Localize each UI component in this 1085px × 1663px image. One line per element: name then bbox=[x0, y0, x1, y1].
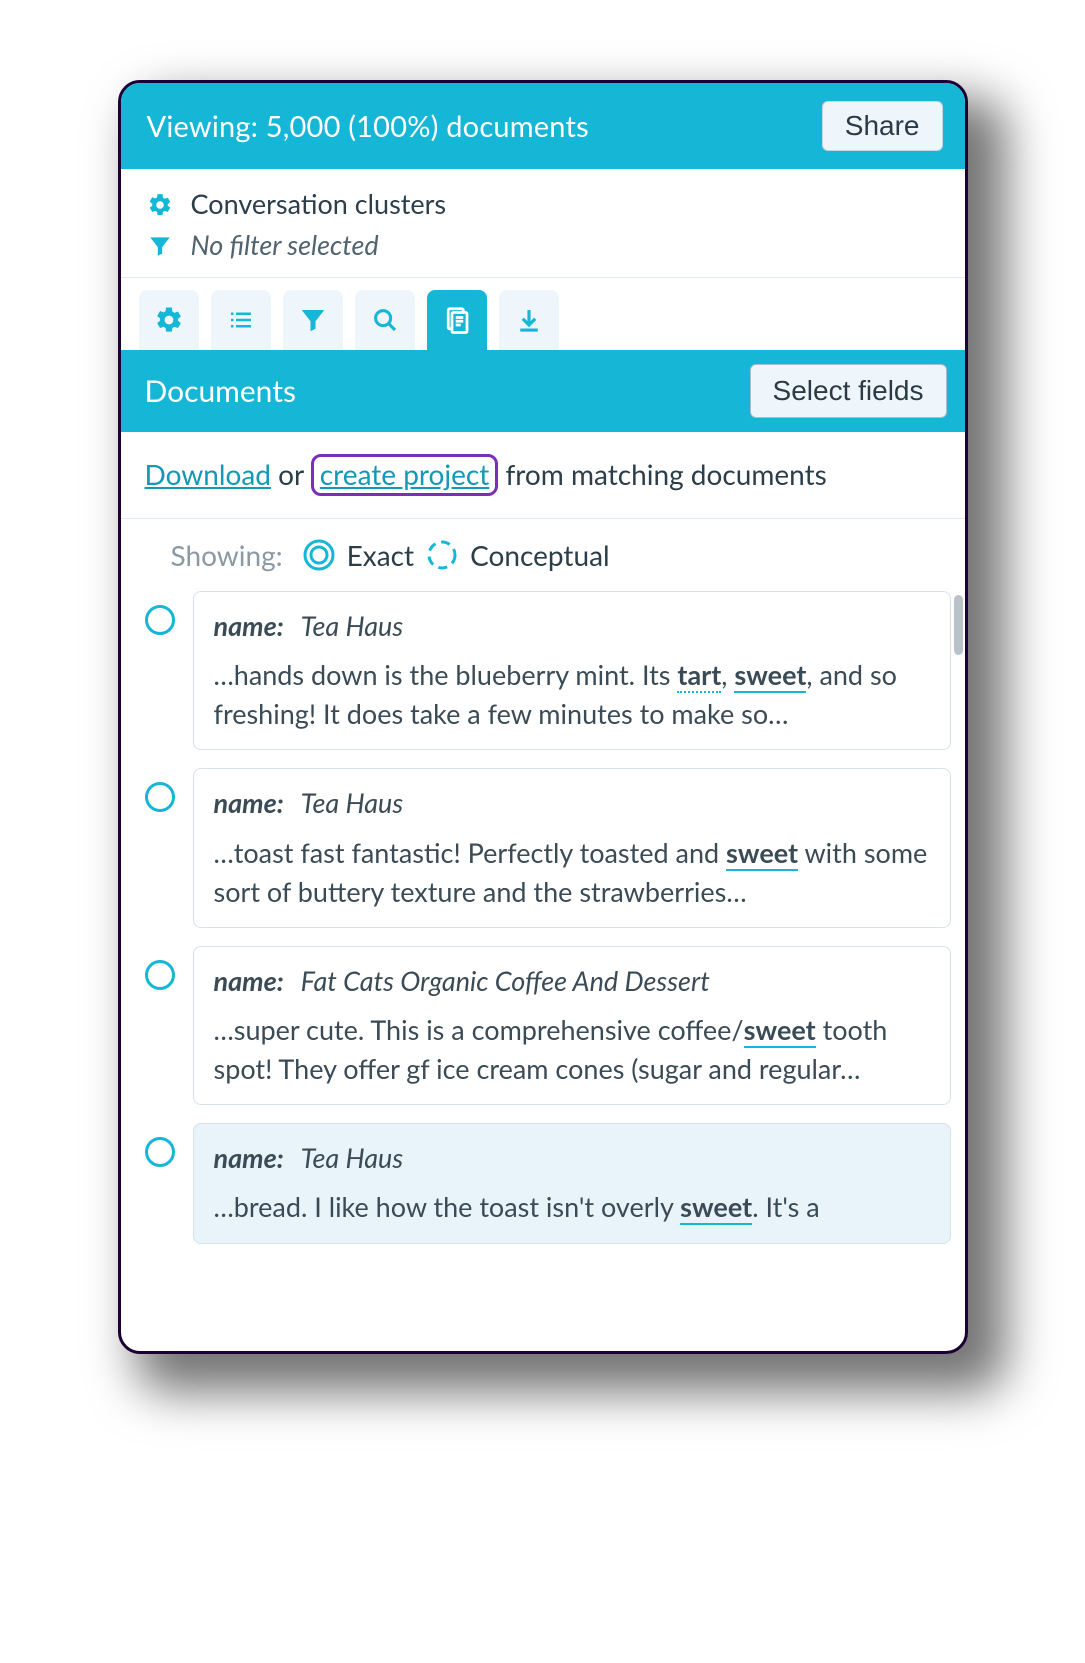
no-filter-label: No filter selected bbox=[191, 228, 379, 261]
toolbar bbox=[121, 277, 965, 350]
doc-name-label: name: bbox=[214, 964, 284, 997]
clusters-label: Conversation clusters bbox=[191, 187, 447, 220]
document-card[interactable]: name: Tea Haus …bread. I like how the to… bbox=[193, 1123, 951, 1243]
document-card[interactable]: name: Fat Cats Organic Coffee And Desser… bbox=[193, 946, 951, 1105]
document-select-radio[interactable] bbox=[145, 782, 175, 812]
document-row: name: Fat Cats Organic Coffee And Desser… bbox=[145, 946, 951, 1105]
match-keyword: sweet bbox=[744, 1013, 816, 1048]
filter-icon bbox=[147, 232, 173, 258]
doc-name-label: name: bbox=[214, 1141, 284, 1174]
doc-snippet: …hands down is the blueberry mint. Its t… bbox=[214, 655, 930, 733]
documents-panel: Viewing: 5,000 (100%) documents Share Co… bbox=[118, 80, 968, 1354]
doc-name-value: Tea Haus bbox=[301, 609, 403, 642]
showing-conceptual: Conceptual bbox=[470, 538, 610, 572]
select-fields-button[interactable]: Select fields bbox=[750, 364, 947, 418]
create-project-link[interactable]: create project bbox=[320, 457, 490, 491]
scrollbar-thumb[interactable] bbox=[954, 595, 963, 655]
conceptual-ring-icon bbox=[424, 537, 460, 573]
showing-exact: Exact bbox=[347, 538, 414, 572]
document-card[interactable]: name: Tea Haus …toast fast fantastic! Pe… bbox=[193, 768, 951, 927]
document-select-radio[interactable] bbox=[145, 1137, 175, 1167]
doc-name-value: Tea Haus bbox=[301, 786, 403, 819]
tool-list[interactable] bbox=[211, 290, 271, 350]
document-row: name: Tea Haus …hands down is the bluebe… bbox=[145, 591, 951, 750]
doc-name-label: name: bbox=[214, 609, 284, 642]
documents-bar: Documents Select fields bbox=[121, 350, 965, 432]
document-row: name: Tea Haus …toast fast fantastic! Pe… bbox=[145, 768, 951, 927]
gear-icon bbox=[154, 305, 184, 335]
doc-name-value: Fat Cats Organic Coffee And Dessert bbox=[301, 964, 710, 997]
showing-row: Showing: Exact Conceptual bbox=[121, 519, 965, 591]
no-filter-row[interactable]: No filter selected bbox=[147, 224, 939, 265]
download-link[interactable]: Download bbox=[145, 457, 271, 491]
create-project-highlight: create project bbox=[311, 454, 499, 496]
document-select-radio[interactable] bbox=[145, 605, 175, 635]
gear-icon bbox=[147, 191, 173, 217]
top-header: Viewing: 5,000 (100%) documents Share bbox=[121, 83, 965, 169]
list-icon bbox=[226, 305, 256, 335]
tool-search[interactable] bbox=[355, 290, 415, 350]
document-card[interactable]: name: Tea Haus …hands down is the bluebe… bbox=[193, 591, 951, 750]
action-line: Download or create project from matching… bbox=[121, 432, 965, 519]
tool-filter[interactable] bbox=[283, 290, 343, 350]
tool-settings[interactable] bbox=[139, 290, 199, 350]
tool-download[interactable] bbox=[499, 290, 559, 350]
action-or: or bbox=[271, 457, 311, 491]
document-select-radio[interactable] bbox=[145, 960, 175, 990]
match-keyword: sweet bbox=[726, 836, 798, 871]
match-keyword: sweet bbox=[734, 658, 806, 693]
doc-name-value: Tea Haus bbox=[301, 1141, 403, 1174]
search-icon bbox=[370, 305, 400, 335]
share-button[interactable]: Share bbox=[822, 101, 943, 151]
exact-ring-icon bbox=[301, 537, 337, 573]
doc-snippet: …toast fast fantastic! Perfectly toasted… bbox=[214, 833, 930, 911]
match-keyword: tart bbox=[677, 658, 721, 693]
doc-snippet: …bread. I like how the toast isn't overl… bbox=[214, 1187, 930, 1226]
document-list: name: Tea Haus …hands down is the bluebe… bbox=[121, 591, 965, 1351]
documents-title: Documents bbox=[145, 373, 296, 409]
doc-name-label: name: bbox=[214, 786, 284, 819]
filter-info: Conversation clusters No filter selected bbox=[121, 169, 965, 277]
tool-documents[interactable] bbox=[427, 290, 487, 350]
action-suffix: from matching documents bbox=[498, 457, 826, 491]
match-keyword: sweet bbox=[680, 1190, 752, 1225]
document-row: name: Tea Haus …bread. I like how the to… bbox=[145, 1123, 951, 1243]
showing-label: Showing: bbox=[171, 538, 283, 572]
viewing-status: Viewing: 5,000 (100%) documents bbox=[147, 109, 589, 144]
filter-icon bbox=[298, 305, 328, 335]
download-icon bbox=[514, 305, 544, 335]
document-icon bbox=[442, 305, 472, 335]
clusters-row[interactable]: Conversation clusters bbox=[147, 183, 939, 224]
doc-snippet: …super cute. This is a comprehensive cof… bbox=[214, 1010, 930, 1088]
